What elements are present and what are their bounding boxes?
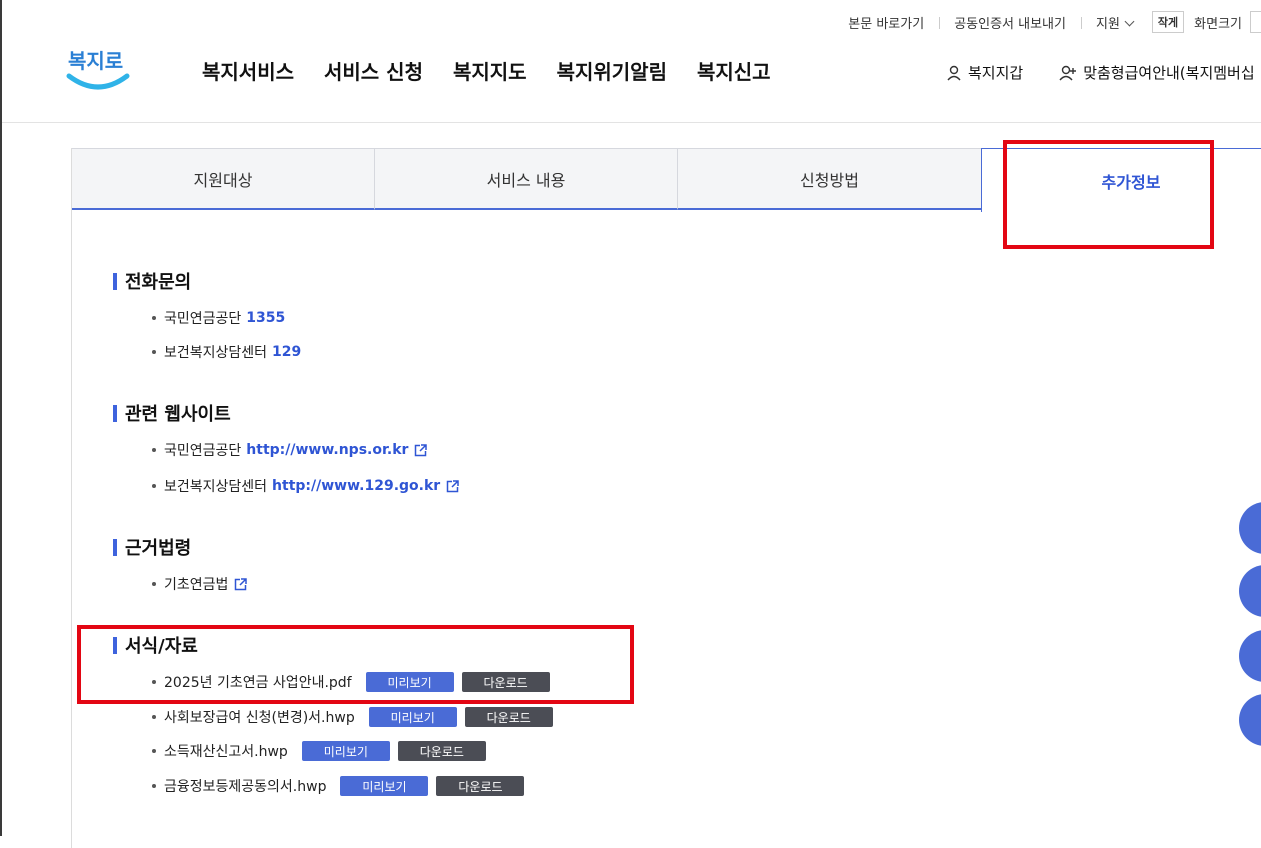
bullet-icon xyxy=(152,784,156,788)
logo-icon: 복지로 xyxy=(66,49,130,90)
file-name: 금융정보등제공동의서.hwp xyxy=(164,779,327,795)
bullet-icon xyxy=(152,582,156,586)
section-phone-title: 전화문의 xyxy=(113,268,191,294)
site-link[interactable]: http://www.129.go.kr xyxy=(272,478,440,494)
download-button[interactable]: 다운로드 xyxy=(464,707,553,727)
section-law-title: 근거법령 xyxy=(113,534,191,560)
nav-crisis-alert[interactable]: 복지위기알림 xyxy=(557,56,667,85)
list-item: 기초연금법 xyxy=(152,574,248,594)
phone-number: 129 xyxy=(272,344,302,360)
header-divider xyxy=(2,122,1261,123)
list-item: 사회보장급여 신청(변경)서.hwp 미리보기 다운로드 xyxy=(152,707,553,727)
utility-bar: 본문 바로가기 공동인증서 내보내기 지원 작게 화면크기 xyxy=(833,11,1261,33)
section-law-label: 근거법령 xyxy=(125,538,192,559)
window-edge xyxy=(0,0,2,836)
welfare-wallet-link[interactable]: 복지지갑 xyxy=(946,62,1023,83)
bullet-icon xyxy=(152,749,156,753)
font-size-small-button[interactable]: 작게 xyxy=(1151,11,1185,33)
external-link-icon[interactable] xyxy=(446,479,459,493)
logo[interactable]: 복지로 xyxy=(64,40,132,96)
law-link[interactable]: 기초연금법 xyxy=(164,574,228,594)
preview-button[interactable]: 미리보기 xyxy=(368,707,457,727)
section-websites-label: 관련 웹사이트 xyxy=(125,404,231,425)
bullet-icon xyxy=(152,350,156,354)
highlight-box-forms xyxy=(77,625,634,704)
tab-eligibility[interactable]: 지원대상 xyxy=(72,148,375,210)
file-name: 사회보장급여 신청(변경)서.hwp xyxy=(164,710,355,726)
custom-benefit-label: 맞춤형급여안내(복지멤버십 xyxy=(1083,64,1255,82)
list-item: 국민연금공단 http://www.nps.or.kr xyxy=(152,440,428,460)
export-certificate-link[interactable]: 공동인증서 내보내기 xyxy=(939,13,1081,32)
preview-button[interactable]: 미리보기 xyxy=(301,741,390,761)
font-size-large-button[interactable] xyxy=(1250,11,1261,33)
site-name: 국민연금공단 xyxy=(164,443,242,459)
nav-welfare-report[interactable]: 복지신고 xyxy=(697,56,771,85)
section-marker xyxy=(113,538,117,556)
nav-welfare-service[interactable]: 복지서비스 xyxy=(202,56,294,85)
bullet-icon xyxy=(152,448,156,452)
list-item: 보건복지상담센터 129 xyxy=(152,342,301,362)
list-item: 금융정보등제공동의서.hwp 미리보기 다운로드 xyxy=(152,776,525,796)
custom-benefit-link[interactable]: 맞춤형급여안내(복지멤버십 xyxy=(1059,62,1255,83)
support-label: 지원 xyxy=(1095,16,1120,32)
phone-number: 1355 xyxy=(246,310,286,326)
highlight-box-tab xyxy=(1003,140,1214,249)
bullet-icon xyxy=(152,715,156,719)
download-button[interactable]: 다운로드 xyxy=(397,741,486,761)
list-item: 보건복지상담센터 http://www.129.go.kr xyxy=(152,476,459,496)
service-detail-panel: 지원대상 서비스 내용 신청방법 추가정보 전화문의 국민연금공단 1355 보… xyxy=(71,148,1261,848)
external-link-icon[interactable] xyxy=(414,443,428,457)
download-button[interactable]: 다운로드 xyxy=(436,776,525,796)
nav-service-apply[interactable]: 서비스 신청 xyxy=(324,56,423,85)
tab-service-content[interactable]: 서비스 내용 xyxy=(375,148,678,210)
bullet-icon xyxy=(152,484,156,488)
logo-text: 복지로 xyxy=(68,49,123,73)
main-nav: 복지서비스 서비스 신청 복지지도 복지위기알림 복지신고 xyxy=(202,56,771,85)
person-icon xyxy=(947,65,961,80)
site-link[interactable]: http://www.nps.or.kr xyxy=(246,442,408,458)
header-user-menu: 복지지갑 맞춤형급여안내(복지멤버십 xyxy=(946,62,1255,83)
section-websites-title: 관련 웹사이트 xyxy=(113,400,231,426)
list-item: 국민연금공단 1355 xyxy=(152,308,285,328)
external-link-icon[interactable] xyxy=(234,577,248,591)
contact-name: 국민연금공단 xyxy=(164,311,242,327)
welfare-wallet-label: 복지지갑 xyxy=(968,64,1024,82)
tab-apply-method[interactable]: 신청방법 xyxy=(678,148,982,210)
section-marker xyxy=(113,404,117,422)
chevron-down-icon xyxy=(1124,16,1135,26)
skip-to-content-link[interactable]: 본문 바로가기 xyxy=(833,13,939,32)
contact-name: 보건복지상담센터 xyxy=(164,345,268,361)
section-marker xyxy=(113,272,117,290)
preview-button[interactable]: 미리보기 xyxy=(340,776,429,796)
section-phone-label: 전화문의 xyxy=(125,272,192,293)
bullet-icon xyxy=(152,316,156,320)
site-name: 보건복지상담센터 xyxy=(164,479,268,495)
list-item: 소득재산신고서.hwp 미리보기 다운로드 xyxy=(152,741,486,761)
support-menu[interactable]: 지원 xyxy=(1080,13,1148,32)
person-add-icon xyxy=(1059,65,1077,80)
file-name: 소득재산신고서.hwp xyxy=(164,744,288,760)
font-size-label: 화면크기 xyxy=(1194,16,1242,32)
nav-welfare-map[interactable]: 복지지도 xyxy=(453,56,527,85)
